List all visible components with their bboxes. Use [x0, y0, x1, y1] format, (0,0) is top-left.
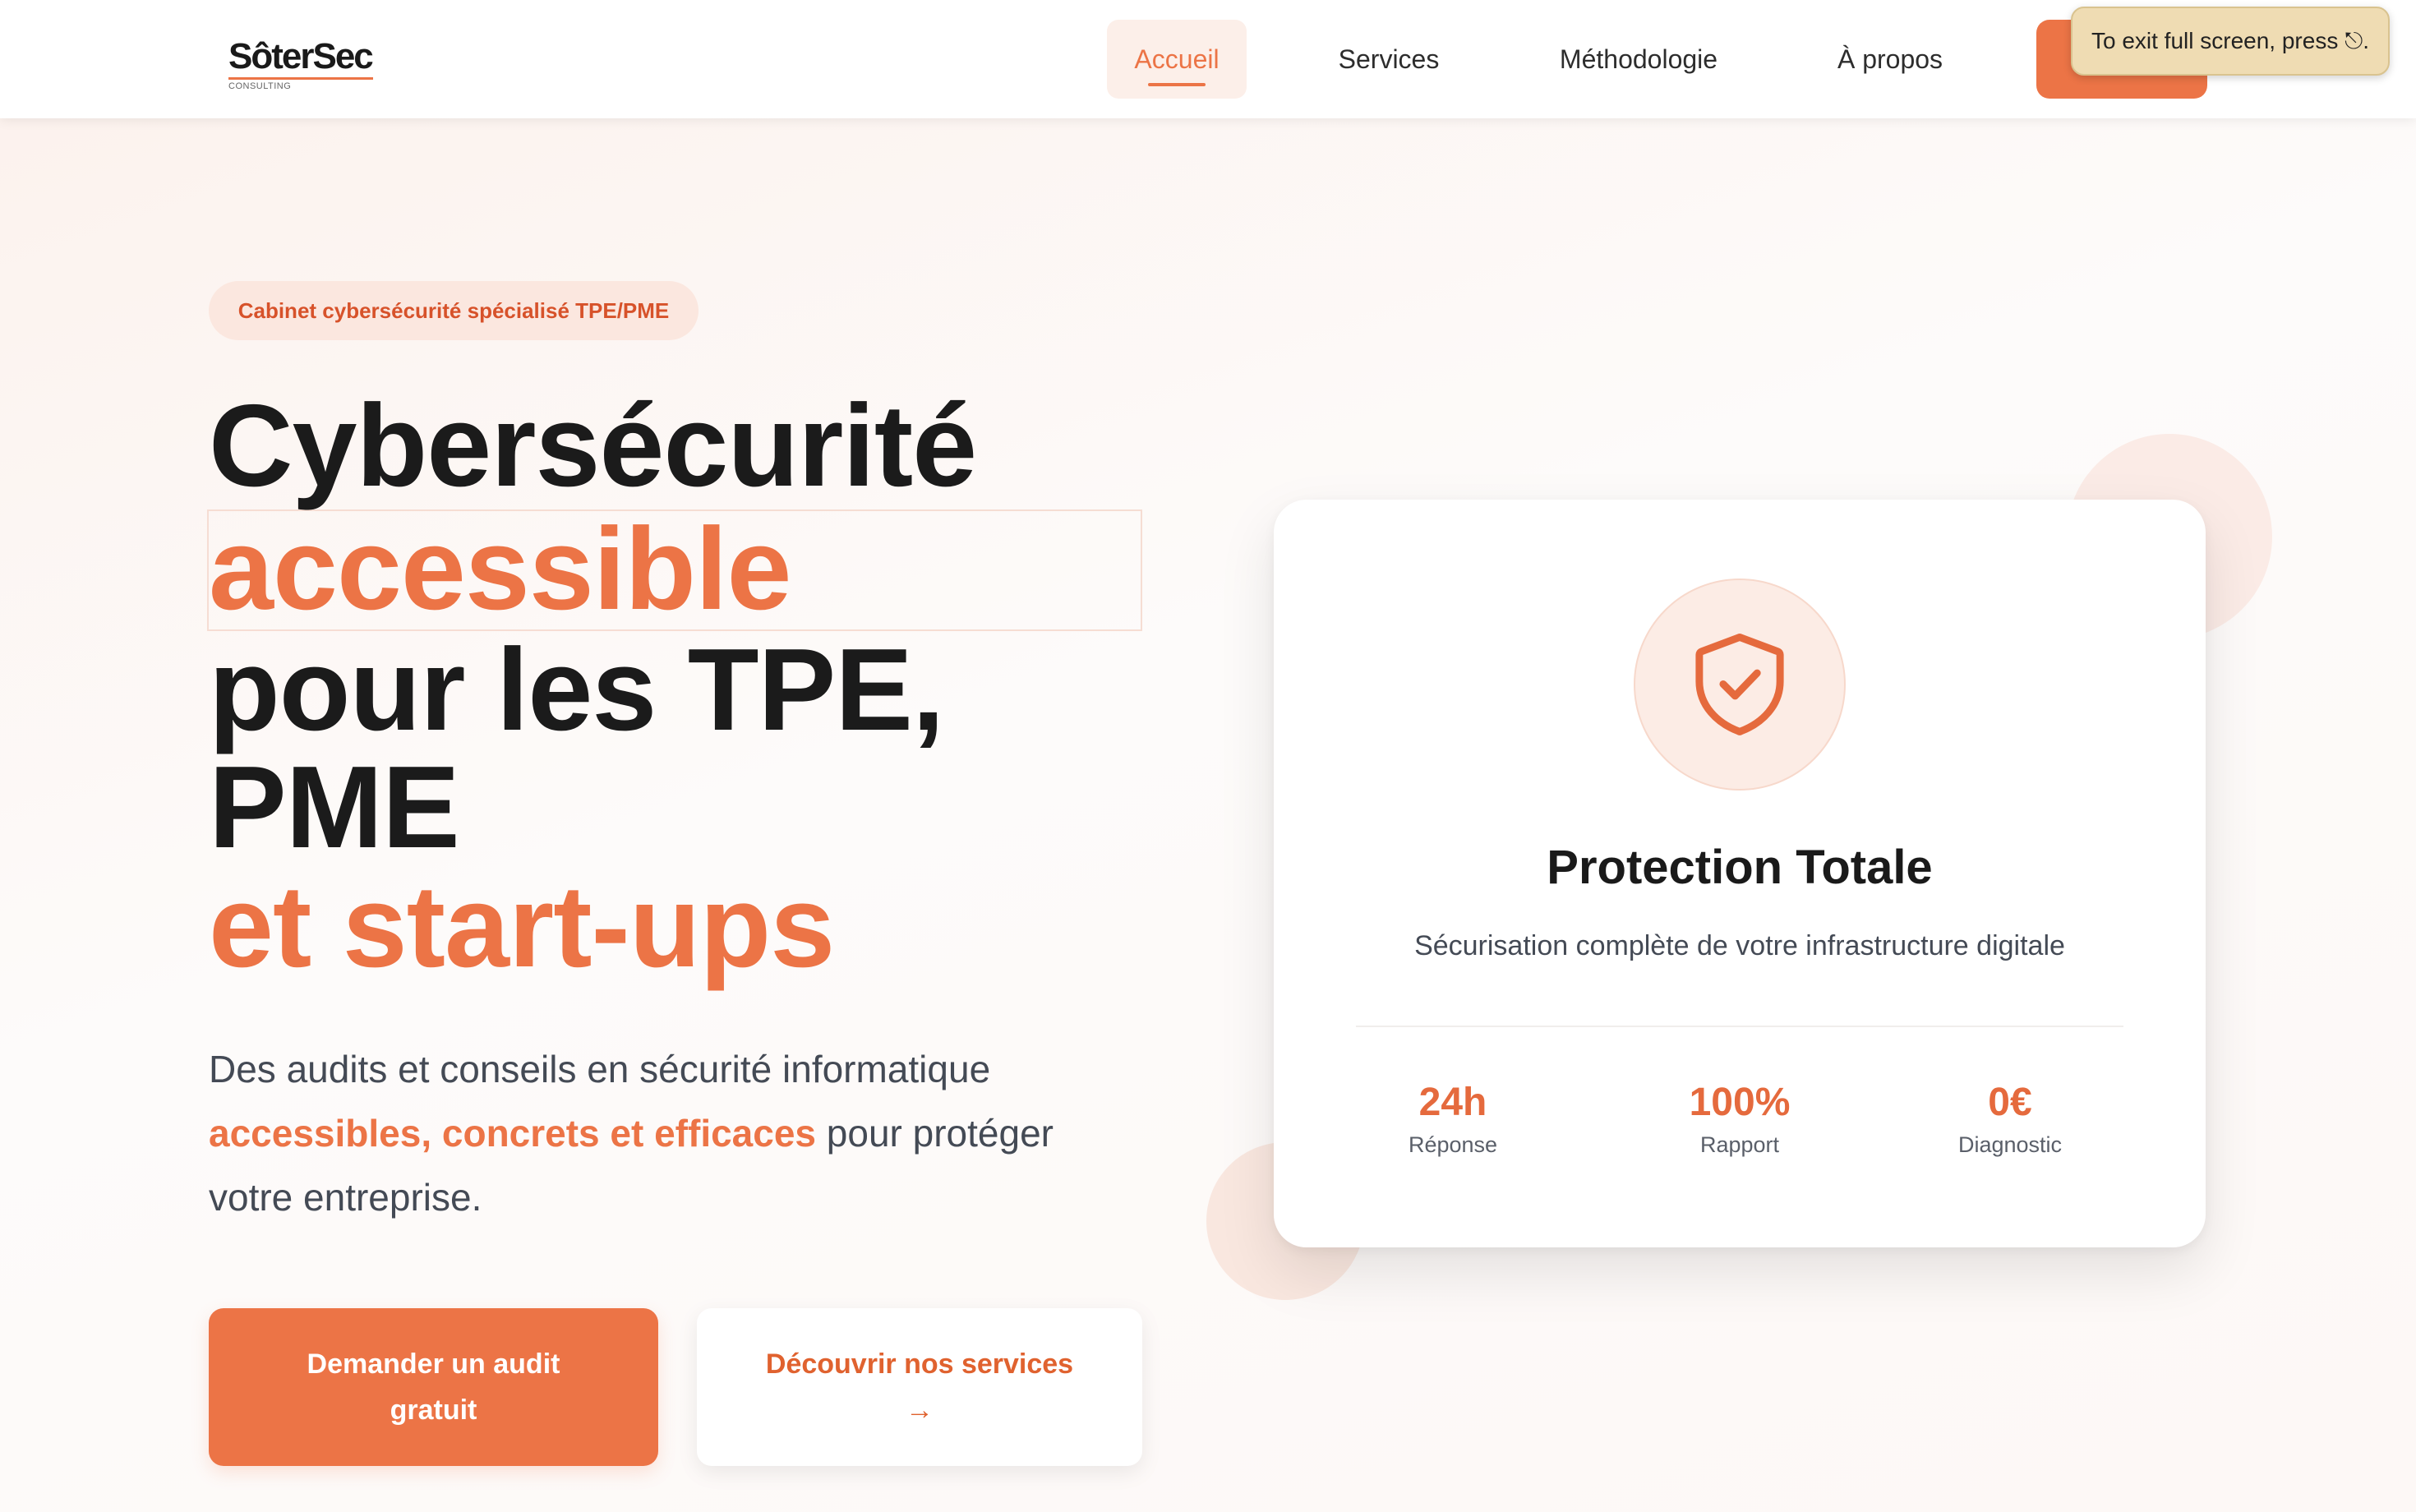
logo-text: SôterSec: [228, 36, 374, 76]
nav-item-a-propos[interactable]: À propos: [1808, 20, 1972, 99]
stat-rapport: 100% Rapport: [1608, 1080, 1871, 1158]
stat-diagnostic: 0€ Diagnostic: [1879, 1080, 2142, 1158]
shield-check-icon: [1695, 634, 1784, 735]
hero-title-line-4: PME: [209, 742, 460, 873]
hero-title-line-5: et start-ups: [209, 861, 835, 992]
stat-label: Rapport: [1699, 1132, 1780, 1157]
nav-item-label: Accueil: [1134, 44, 1220, 74]
request-audit-label: Demander un audit gratuit: [307, 1348, 560, 1426]
hero-title-line-1: Cybersécurité: [209, 380, 977, 511]
stat-reponse: 24h Réponse: [1321, 1080, 1584, 1158]
card-divider: [1356, 1026, 2123, 1027]
stat-value: 0€: [1988, 1081, 2032, 1124]
hero-title-line-2: accessible: [209, 504, 791, 634]
nav-item-label: Services: [1338, 44, 1440, 74]
shield-icon-container: [1634, 579, 1846, 791]
hero-title-line-3: pour les TPE,: [209, 625, 944, 755]
hero-description-line-3: votre entreprise.: [209, 1176, 482, 1219]
nav-item-label: Méthodologie: [1559, 44, 1718, 74]
hero-description-line-2: accessibles, concrets et efficaces pour …: [209, 1101, 1195, 1165]
nav-item-accueil[interactable]: Accueil: [1107, 20, 1247, 99]
protection-card: Protection Totale Sécurisation complète …: [1274, 500, 2206, 1247]
fullscreen-exit-notice: To exit full screen, press ⎋.: [2071, 7, 2390, 76]
description-text: pour protéger: [816, 1112, 1054, 1155]
request-audit-button[interactable]: Demander un audit gratuit: [209, 1308, 658, 1466]
active-indicator: [1148, 83, 1206, 86]
discover-services-label: Découvrir nos services: [765, 1348, 1074, 1380]
stat-value: 100%: [1689, 1081, 1791, 1124]
discover-services-button[interactable]: Découvrir nos services →: [697, 1308, 1142, 1466]
stat-label: Diagnostic: [1957, 1132, 2063, 1157]
description-highlight: accessibles, concrets et efficaces: [209, 1112, 817, 1155]
stat-value: 24h: [1418, 1081, 1487, 1124]
nav-item-methodologie[interactable]: Méthodologie: [1533, 20, 1744, 99]
logo-subtitle: CONSULTING: [228, 81, 292, 91]
nav-item-label: À propos: [1837, 44, 1943, 74]
hero-description-line-1: Des audits et conseils en sécurité infor…: [209, 1048, 991, 1090]
stat-label: Réponse: [1408, 1132, 1498, 1157]
hero-badge: Cabinet cybersécurité spécialisé TPE/PME: [209, 281, 699, 340]
logo[interactable]: SôterSec CONSULTING: [228, 35, 385, 91]
card-subtitle: Sécurisation complète de votre infrastru…: [1414, 930, 2065, 961]
arrow-right-icon: →: [906, 1394, 934, 1426]
card-title: Protection Totale: [1547, 841, 1933, 894]
nav-item-services[interactable]: Services: [1308, 20, 1469, 99]
site-header: SôterSec CONSULTING Accueil Services Mét…: [0, 0, 2416, 118]
logo-underline: [228, 77, 373, 80]
